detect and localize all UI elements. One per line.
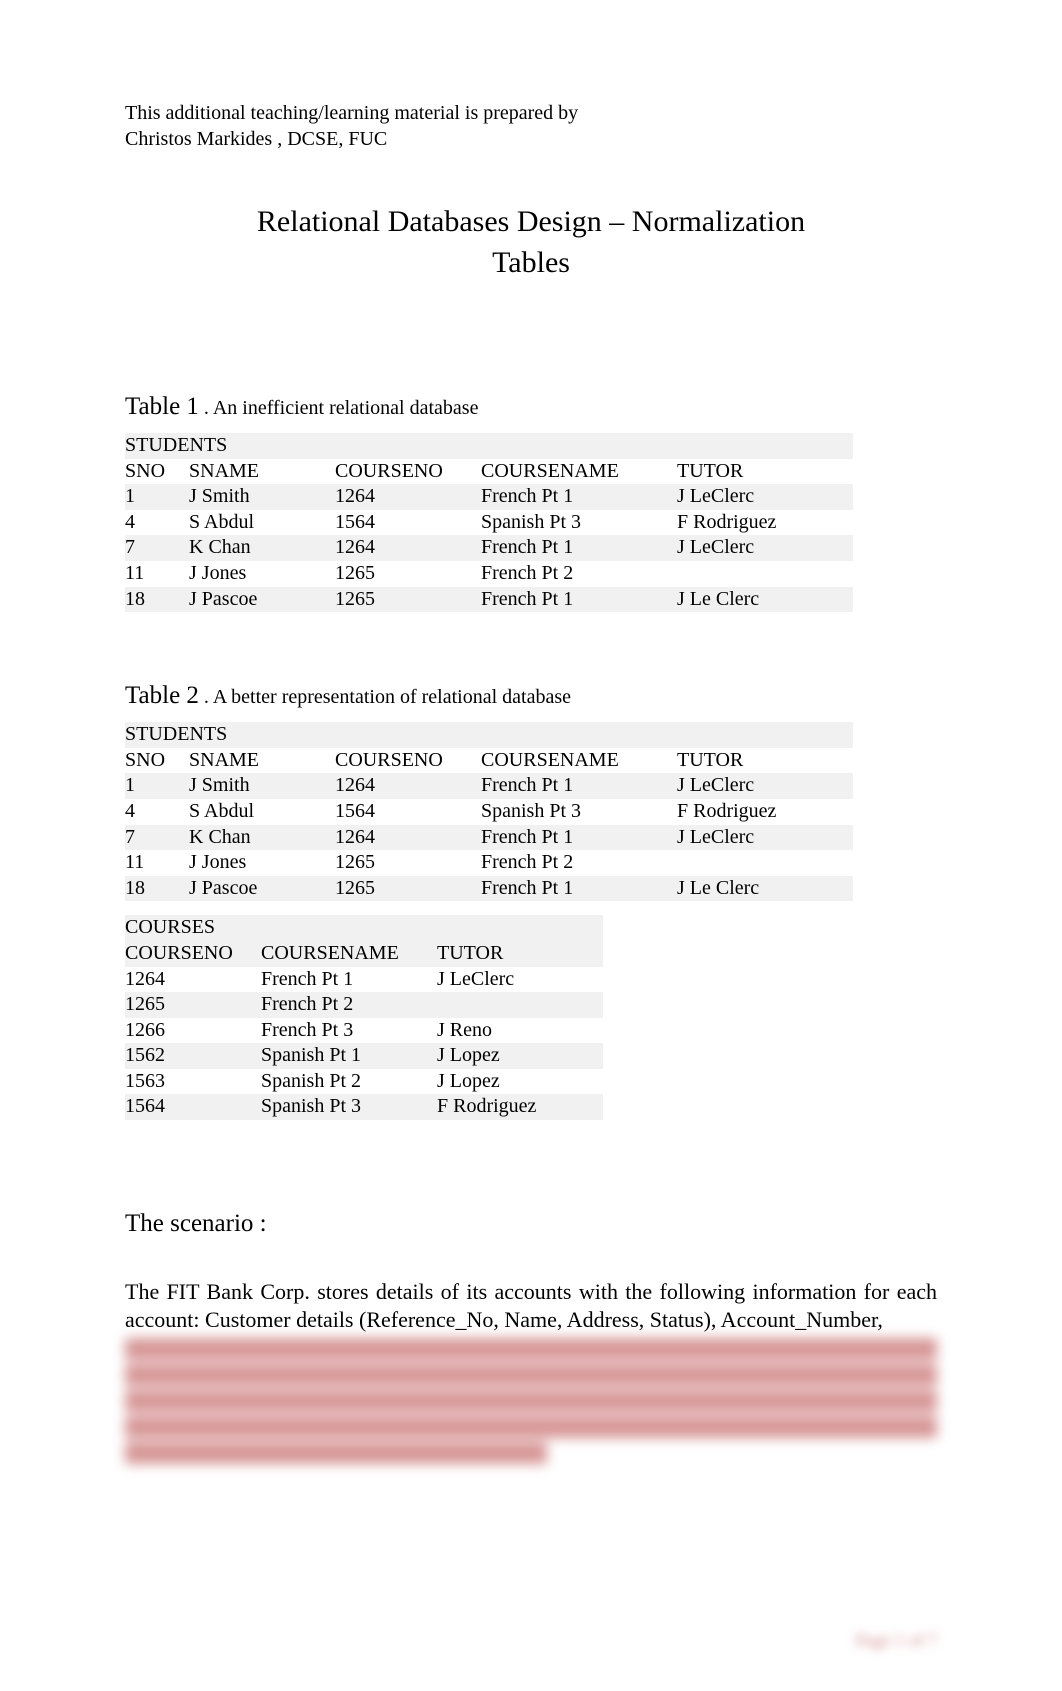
col-sname: SNAME bbox=[189, 459, 335, 485]
table-row: 1266French Pt 3J Reno bbox=[125, 1018, 603, 1044]
table1-students: STUDENTS SNO SNAME COURSENO COURSENAME T… bbox=[125, 433, 853, 612]
table-row: 18J Pascoe1265French Pt 1J Le Clerc bbox=[125, 587, 853, 613]
table2-students-title: STUDENTS bbox=[125, 722, 853, 748]
table2-caption-text: A better representation of relational da… bbox=[213, 686, 571, 708]
table-row: 1265French Pt 2 bbox=[125, 992, 603, 1018]
table-row: 11J Jones1265French Pt 2 bbox=[125, 850, 853, 876]
table-header-row: COURSENO COURSENAME TUTOR bbox=[125, 941, 603, 967]
document-page: This additional teaching/learning materi… bbox=[0, 0, 1062, 1691]
table-row: 7K Chan1264French Pt 1J LeClerc bbox=[125, 535, 853, 561]
col-sno: SNO bbox=[125, 459, 189, 485]
scenario-body: The FIT Bank Corp. stores details of its… bbox=[125, 1278, 937, 1334]
table-row: 1J Smith1264French Pt 1J LeClerc bbox=[125, 484, 853, 510]
title-line-2: Tables bbox=[492, 246, 570, 279]
table-header-row: SNO SNAME COURSENO COURSENAME TUTOR bbox=[125, 459, 853, 485]
prep-line-1: This additional teaching/learning materi… bbox=[125, 102, 578, 124]
table-row: 1562Spanish Pt 1J Lopez bbox=[125, 1043, 603, 1069]
title-line-1: Relational Databases Design – Normalizat… bbox=[125, 202, 937, 243]
table1-title: STUDENTS bbox=[125, 433, 853, 459]
table-row: 11J Jones1265French Pt 2 bbox=[125, 561, 853, 587]
blurred-preview-text bbox=[125, 1338, 937, 1464]
table-row: 1563Spanish Pt 2J Lopez bbox=[125, 1069, 603, 1095]
scenario-heading: The scenario : bbox=[125, 1210, 937, 1238]
table-row: 1264French Pt 1J LeClerc bbox=[125, 967, 603, 993]
table1-label: Table 1 bbox=[125, 393, 199, 420]
table2-courses: COURSES COURSENO COURSENAME TUTOR 1264Fr… bbox=[125, 915, 603, 1120]
col-coursename: COURSENAME bbox=[481, 459, 677, 485]
table1-dot: . bbox=[199, 397, 213, 419]
table-row: 1J Smith1264French Pt 1J LeClerc bbox=[125, 773, 853, 799]
document-title: Relational Databases Design – Normalizat… bbox=[125, 202, 937, 283]
table-row: 4S Abdul1564Spanish Pt 3F Rodriguez bbox=[125, 799, 853, 825]
col-courseno: COURSENO bbox=[335, 459, 481, 485]
table2-label: Table 2 bbox=[125, 682, 199, 709]
table2-courses-title: COURSES bbox=[125, 915, 603, 941]
prep-line-2: Christos Markides , DCSE, FUC bbox=[125, 128, 387, 150]
table-row: 1564Spanish Pt 3F Rodriguez bbox=[125, 1094, 603, 1120]
table1-caption: Table 1 . An inefficient relational data… bbox=[125, 393, 937, 421]
col-tutor: TUTOR bbox=[677, 459, 853, 485]
table-header-row: SNO SNAME COURSENO COURSENAME TUTOR bbox=[125, 748, 853, 774]
table2-students: STUDENTS SNO SNAME COURSENO COURSENAME T… bbox=[125, 722, 853, 901]
table2-dot: . bbox=[199, 686, 213, 708]
table-row: 4S Abdul1564Spanish Pt 3F Rodriguez bbox=[125, 510, 853, 536]
table-row: 7K Chan1264French Pt 1J LeClerc bbox=[125, 825, 853, 851]
table1-caption-text: An inefficient relational database bbox=[213, 397, 479, 419]
table2-caption: Table 2 . A better representation of rel… bbox=[125, 682, 937, 710]
table-row: 18J Pascoe1265French Pt 1J Le Clerc bbox=[125, 876, 853, 902]
page-number: Page 1 of 7 bbox=[856, 1630, 937, 1651]
prepared-by: This additional teaching/learning materi… bbox=[125, 100, 937, 152]
